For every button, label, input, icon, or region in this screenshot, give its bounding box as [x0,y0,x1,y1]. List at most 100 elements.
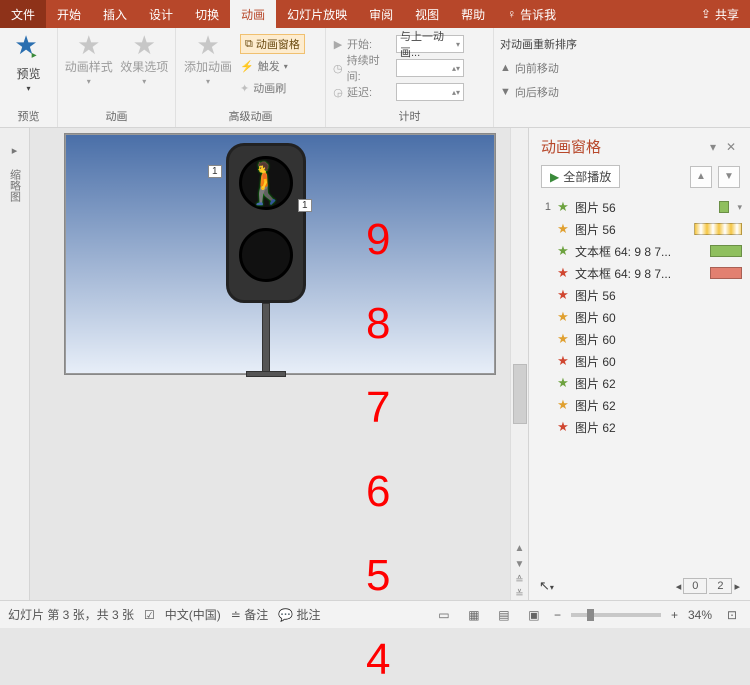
countdown-digit[interactable]: 7 [366,383,390,433]
tab-home[interactable]: 开始 [46,0,92,28]
language-button[interactable]: 中文(中国) [165,606,221,623]
trigger-button[interactable]: ⚡触发 ▾ [240,56,305,76]
countdown-digit[interactable]: 8 [366,299,390,349]
play-icon: ▶ [550,170,559,184]
animation-pane: 动画窗格 ▾ ✕ ▶全部播放 ▲ ▼ 1★图片 56▾★图片 56★文本框 64… [528,128,750,600]
animation-item[interactable]: ★图片 60 [539,350,742,372]
comments-button[interactable]: 💬 批注 [278,606,320,623]
slide-counter[interactable]: 幻灯片 第 3 张，共 3 张 [8,606,134,623]
animation-item-label: 文本框 64: 9 8 7... [575,243,687,260]
countdown-digit[interactable]: 4 [366,635,390,685]
animation-item[interactable]: ★ 图片 62 [539,394,742,416]
traffic-light-graphic[interactable]: 🚶 1 1 [226,143,306,303]
share-icon: ⇪ [701,7,711,21]
tab-help[interactable]: 帮助 [450,0,496,28]
move-up-button[interactable]: ▲ [690,166,712,188]
effect-options-button[interactable]: ★ 效果选项 ▾ [120,30,170,86]
tab-slideshow[interactable]: 幻灯片放映 [276,0,358,28]
animation-item[interactable]: ★图片 56 [539,218,742,240]
animation-item[interactable]: ★图片 62 [539,372,742,394]
slide[interactable]: 🚶 1 1 987654 [65,134,495,374]
tab-transitions[interactable]: 切换 [184,0,230,28]
prev-slide-icon[interactable]: ≙ [515,575,523,586]
star-icon: ★ [556,309,570,325]
seek-next-icon[interactable]: ▸ [734,580,740,593]
pane-options-button[interactable]: ▾ [704,140,722,154]
chevron-down-icon: ▾ [456,40,460,49]
timing-delay-row: ◶延迟: ▴▾ [332,82,464,102]
animation-item-label: 文本框 64: 9 8 7... [575,265,687,282]
normal-view-button[interactable]: ▭ [434,606,454,624]
slideshow-view-button[interactable]: ▣ [524,606,544,624]
tab-file[interactable]: 文件 [0,0,46,28]
sorter-view-button[interactable]: ▦ [464,606,484,624]
play-icon: ▶ [332,38,344,51]
delay-input[interactable]: ▴▾ [396,83,464,101]
animation-item[interactable]: ★图片 60 [539,328,742,350]
animation-painter-button[interactable]: ✦动画刷 [240,78,305,98]
tab-insert[interactable]: 插入 [92,0,138,28]
duration-input[interactable]: ▴▾ [396,59,464,77]
next-slide-icon[interactable]: ≚ [515,589,523,600]
start-dropdown[interactable]: 与上一动画...▾ [396,35,464,53]
tab-review[interactable]: 审阅 [358,0,404,28]
move-later-button[interactable]: ▼向后移动 [500,82,577,102]
animation-item[interactable]: ★图片 56 [539,284,742,306]
tab-animations[interactable]: 动画 [230,0,276,28]
notes-button[interactable]: ≐ 备注 [231,606,268,623]
tab-view[interactable]: 视图 [404,0,450,28]
scroll-up-icon[interactable]: ▲ [515,543,525,554]
anim-tag[interactable]: 1 [208,165,222,178]
countdown-digit[interactable]: 9 [366,215,390,265]
countdown-digit[interactable]: 6 [366,467,390,517]
tab-share[interactable]: ⇪共享 [690,0,750,28]
clock-icon: ◶ [332,86,344,99]
brush-icon: ✦ [240,82,249,95]
animation-item-label: 图片 62 [575,397,742,414]
timing-duration-row: ◷持续时间: ▴▾ [332,58,464,78]
bolt-icon: ⚡ [240,60,254,73]
thumbnail-rail-collapsed[interactable]: ▸ 缩略图 [0,128,30,600]
down-arrow-icon: ▼ [500,86,511,98]
spellcheck-icon[interactable]: ☑ [144,608,155,622]
star-icon: ★ [556,397,570,413]
zoom-level[interactable]: 34% [688,608,712,622]
scroll-thumb[interactable] [513,364,527,424]
fit-window-button[interactable]: ⊡ [722,606,742,624]
animation-item[interactable]: ★图片 62 [539,416,742,438]
pane-close-button[interactable]: ✕ [722,140,740,154]
vertical-scrollbar[interactable]: ▲ ▼ ≙ ≚ [510,128,528,600]
animation-item-label: 图片 62 [575,375,742,392]
countdown-numbers[interactable]: 9 8 7 6 5 4 [366,215,390,685]
zoom-in-button[interactable]: + [671,608,678,622]
add-animation-button[interactable]: ★ 添加动画 ▾ [182,30,234,86]
animation-item-label: 图片 56 [575,287,742,304]
tab-tellme[interactable]: ♀告诉我 [496,0,567,28]
ribbon: ★▸ 预览 ▾ 预览 ★ 动画样式 ▾ ★ 效果选项 ▾ 动画 ★ 添加 [0,28,750,128]
seek-prev-icon[interactable]: ◂ [676,580,682,593]
chevron-down-icon[interactable]: ▾ [737,202,742,213]
move-earlier-button[interactable]: ▲向前移动 [500,58,577,78]
countdown-digit[interactable]: 5 [366,551,390,601]
chevron-down-icon: ▾ [26,84,30,93]
animation-item[interactable]: ★文本框 64: 9 8 7... [539,262,742,284]
play-all-button[interactable]: ▶全部播放 [541,165,620,188]
animation-pane-button[interactable]: ⧉动画窗格 [240,34,305,54]
zoom-slider[interactable] [571,613,661,617]
zoom-out-button[interactable]: − [554,608,561,622]
workspace: ▸ 缩略图 🚶 1 1 987654 ▲ ▼ ≙ ≚ 动画窗格 [0,128,750,600]
star-icon: ★ [556,221,570,237]
scroll-down-icon[interactable]: ▼ [515,559,525,570]
preview-button[interactable]: ★▸ 预览 ▾ [6,30,51,93]
animation-styles-button[interactable]: ★ 动画样式 ▾ [64,30,114,86]
timeline-seeker[interactable]: ◂ 0 2 ▸ [676,578,740,594]
animation-item[interactable]: ★图片 60 [539,306,742,328]
reading-view-button[interactable]: ▤ [494,606,514,624]
anim-tag[interactable]: 1 [298,199,312,212]
slide-canvas[interactable]: 🚶 1 1 987654 [30,128,510,600]
animation-item[interactable]: 1★图片 56▾ [539,196,742,218]
move-down-button[interactable]: ▼ [718,166,740,188]
animation-item[interactable]: ★文本框 64: 9 8 7... [539,240,742,262]
tab-design[interactable]: 设计 [138,0,184,28]
chevron-right-icon: ▸ [12,144,18,157]
